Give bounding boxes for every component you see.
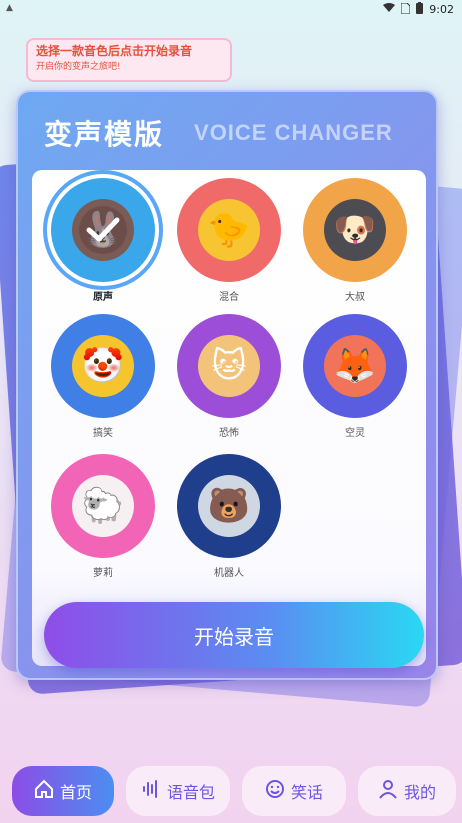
voice-avatar[interactable]: 🦊	[303, 314, 407, 418]
voice-item[interactable]: 🐑 萝莉	[48, 454, 158, 579]
voice-avatar[interactable]: 🤡	[51, 314, 155, 418]
voice-label: 大叔	[345, 292, 365, 303]
banner-title: 选择一款音色后点击开始录音	[36, 44, 193, 58]
nav-profile[interactable]: 我的	[358, 766, 456, 816]
sim-icon	[400, 2, 411, 17]
voice-label: 萝莉	[93, 568, 113, 579]
voice-avatar[interactable]: 🐑	[51, 454, 155, 558]
voice-label: 原声	[93, 292, 113, 303]
app-notification-icon: ▲	[6, 3, 13, 13]
voice-avatar[interactable]: 🐱	[177, 314, 281, 418]
banner-subtitle: 开启你的变声之旅吧!	[36, 62, 121, 72]
voice-label: 空灵	[345, 428, 365, 439]
cat-icon: 🐱	[198, 335, 260, 397]
nav-voice-pack-label: 语音包	[166, 783, 215, 802]
fox-icon: 🦊	[324, 335, 386, 397]
card-title: 变声模版	[44, 118, 165, 151]
wifi-icon	[383, 3, 396, 16]
smile-icon	[265, 779, 285, 803]
voice-avatar[interactable]: 🐻	[177, 454, 281, 558]
voice-item[interactable]: 🐻 机器人	[174, 454, 284, 579]
sheep-icon: 🐑	[72, 475, 134, 537]
duck-icon: 🐤	[198, 199, 260, 261]
dog-icon: 🐶	[324, 199, 386, 261]
check-icon	[79, 206, 127, 254]
status-bar: ▲ 9:02	[0, 0, 462, 18]
voice-label: 机器人	[214, 568, 244, 579]
battery-icon	[416, 2, 424, 17]
voice-item[interactable]: 🤡 搞笑	[48, 314, 158, 439]
voice-avatar[interactable]: 🐰	[51, 178, 155, 282]
status-time: 9:02	[429, 3, 454, 16]
card-header: 变声模版 VOICE CHANGER	[30, 98, 428, 168]
voice-label: 搞笑	[93, 428, 113, 439]
robot-bear-icon: 🐻	[198, 475, 260, 537]
voice-avatar[interactable]: 🐤	[177, 178, 281, 282]
voice-label: 混合	[219, 292, 239, 303]
instruction-banner: 选择一款音色后点击开始录音 开启你的变声之旅吧!	[26, 38, 232, 82]
clown-icon: 🤡	[72, 335, 134, 397]
bottom-nav: 首页 语音包 笑话 我的	[0, 760, 462, 823]
nav-voice-pack[interactable]: 语音包	[126, 766, 230, 816]
soundwave-icon	[141, 779, 161, 803]
voice-template-card: 变声模版 VOICE CHANGER 🐰 原声 🐤 混合 🐶 大叔 🤡 搞笑 🐱 恐怖 🦊 空灵 🐑 萝莉…	[16, 90, 438, 680]
voice-label: 恐怖	[219, 428, 239, 439]
user-icon	[378, 779, 398, 803]
voice-avatar[interactable]: 🐶	[303, 178, 407, 282]
home-icon	[34, 779, 54, 803]
card-subtitle: VOICE CHANGER	[194, 120, 393, 145]
voice-item[interactable]: 🐱 恐怖	[174, 314, 284, 439]
voice-item[interactable]: 🐤 混合	[174, 178, 284, 303]
start-recording-button[interactable]: 开始录音	[44, 602, 424, 668]
nav-profile-label: 我的	[403, 783, 436, 802]
nav-jokes-label: 笑话	[290, 783, 323, 802]
nav-home[interactable]: 首页	[12, 766, 114, 816]
voice-item[interactable]: 🐶 大叔	[300, 178, 410, 303]
voice-item[interactable]: 🐰 原声	[48, 178, 158, 303]
status-icons: 9:02	[383, 2, 454, 17]
nav-jokes[interactable]: 笑话	[242, 766, 346, 816]
nav-home-label: 首页	[59, 783, 92, 802]
voice-grid-panel: 🐰 原声 🐤 混合 🐶 大叔 🤡 搞笑 🐱 恐怖 🦊 空灵 🐑 萝莉 🐻 机器人	[32, 170, 426, 666]
voice-item[interactable]: 🦊 空灵	[300, 314, 410, 439]
